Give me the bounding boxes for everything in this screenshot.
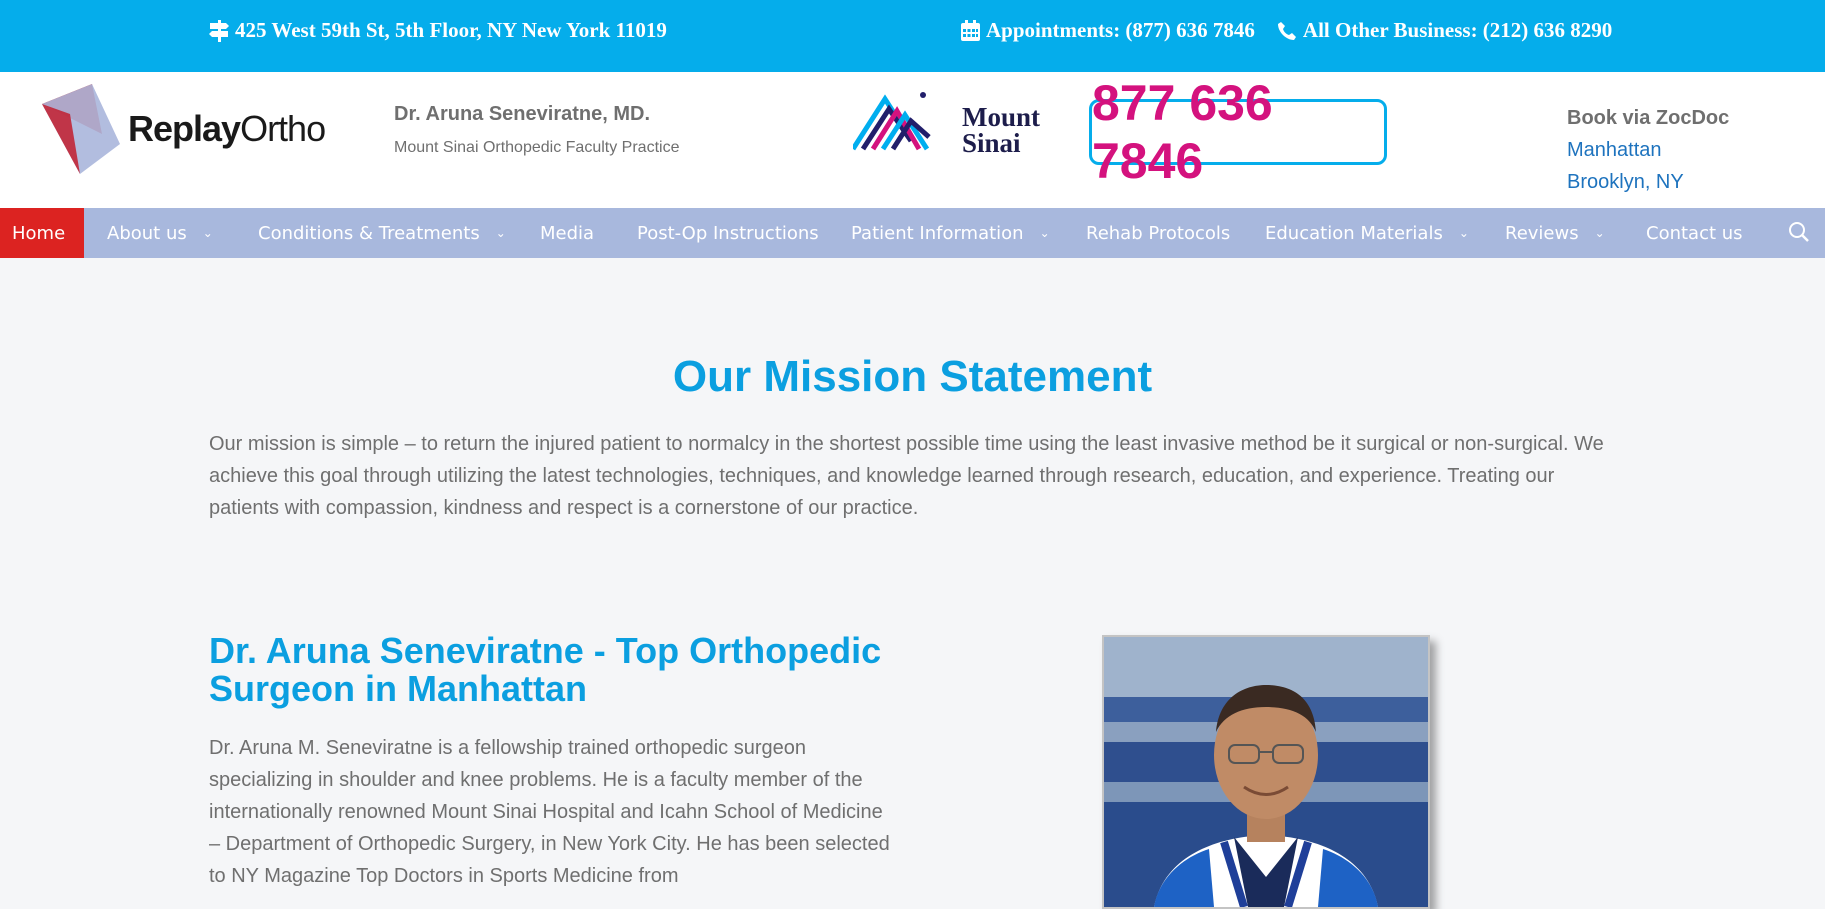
nav-item-conditions[interactable]: Conditions & Treatments ⌄ [258, 208, 506, 258]
mount-sinai-logo[interactable]: Mount Sinai [853, 87, 1053, 157]
site-header: ReplayOrtho Dr. Aruna Seneviratne, MD. M… [0, 72, 1825, 208]
chevron-down-icon: ⌄ [1594, 226, 1605, 240]
phone-icon [1277, 21, 1297, 41]
nav-label: Conditions & Treatments [258, 222, 480, 244]
logo-text: ReplayOrtho [128, 108, 326, 149]
doctor-name: Dr. Aruna Seneviratne, MD. [394, 103, 650, 125]
nav-item-postop[interactable]: Post-Op Instructions [637, 208, 819, 258]
nav-item-patient-info[interactable]: Patient Information ⌄ [851, 208, 1050, 258]
mount-sinai-text: Mount Sinai [962, 102, 1041, 158]
nav-label: Reviews [1505, 222, 1579, 244]
nav-label: Education Materials [1265, 222, 1443, 244]
top-contact-bar: 425 West 59th St, 5th Floor, NY New York… [0, 0, 1825, 72]
signpost-icon [209, 19, 229, 42]
nav-label: Rehab Protocols [1086, 222, 1231, 244]
mission-text: Our mission is simple – to return the in… [209, 433, 1604, 519]
nav-item-about[interactable]: About us ⌄ [107, 208, 213, 258]
main-nav: Home About us ⌄ Conditions & Treatments … [0, 208, 1825, 258]
nav-item-education[interactable]: Education Materials ⌄ [1265, 208, 1469, 258]
nav-item-contact[interactable]: Contact us [1646, 208, 1743, 258]
nav-label: About us [107, 222, 187, 244]
nav-item-media[interactable]: Media [540, 208, 594, 258]
phone-block: Appointments: (877) 636 7846 All Other B… [961, 18, 1612, 43]
address-block: 425 West 59th St, 5th Floor, NY New York… [209, 18, 667, 43]
chevron-down-icon: ⌄ [1458, 226, 1469, 240]
zocdoc-block: Book via ZocDoc Manhattan Brooklyn, NY [1567, 102, 1729, 198]
nav-item-rehab[interactable]: Rehab Protocols [1086, 208, 1230, 258]
chevron-down-icon: ⌄ [1039, 226, 1050, 240]
header-phone-button[interactable]: 877 636 7846 [1089, 75, 1387, 189]
site-logo[interactable]: ReplayOrtho [40, 84, 330, 174]
nav-label: Media [540, 222, 595, 244]
address-text: 425 West 59th St, 5th Floor, NY New York… [235, 18, 667, 42]
search-icon[interactable] [1788, 221, 1810, 248]
zocdoc-link-brooklyn[interactable]: Brooklyn, NY [1567, 166, 1729, 198]
calendar-icon [961, 20, 980, 41]
nav-label: Contact us [1646, 222, 1743, 244]
nav-item-home[interactable]: Home [0, 208, 84, 258]
appointments-phone[interactable]: Appointments: (877) 636 7846 [986, 18, 1255, 43]
nav-label: Home [12, 222, 66, 244]
doctor-photo [1102, 635, 1430, 909]
doctor-bio: Dr. Aruna M. Seneviratne is a fellowship… [209, 737, 890, 887]
zocdoc-title: Book via ZocDoc [1567, 107, 1730, 129]
nav-label: Patient Information [851, 222, 1024, 244]
header-phone-number: 877 636 7846 [1092, 75, 1273, 189]
nav-item-reviews[interactable]: Reviews ⌄ [1505, 208, 1605, 258]
practice-name: Mount Sinai Orthopedic Faculty Practice [394, 139, 680, 156]
chevron-down-icon: ⌄ [202, 226, 213, 240]
mission-title: Our Mission Statement [672, 352, 1153, 401]
doctor-section-title: Dr. Aruna Seneviratne - Top Orthopedic S… [209, 630, 882, 709]
chevron-down-icon: ⌄ [495, 226, 506, 240]
nav-label: Post-Op Instructions [637, 222, 819, 244]
business-phone[interactable]: All Other Business: (212) 636 8290 [1303, 18, 1612, 43]
zocdoc-link-manhattan[interactable]: Manhattan [1567, 134, 1729, 166]
